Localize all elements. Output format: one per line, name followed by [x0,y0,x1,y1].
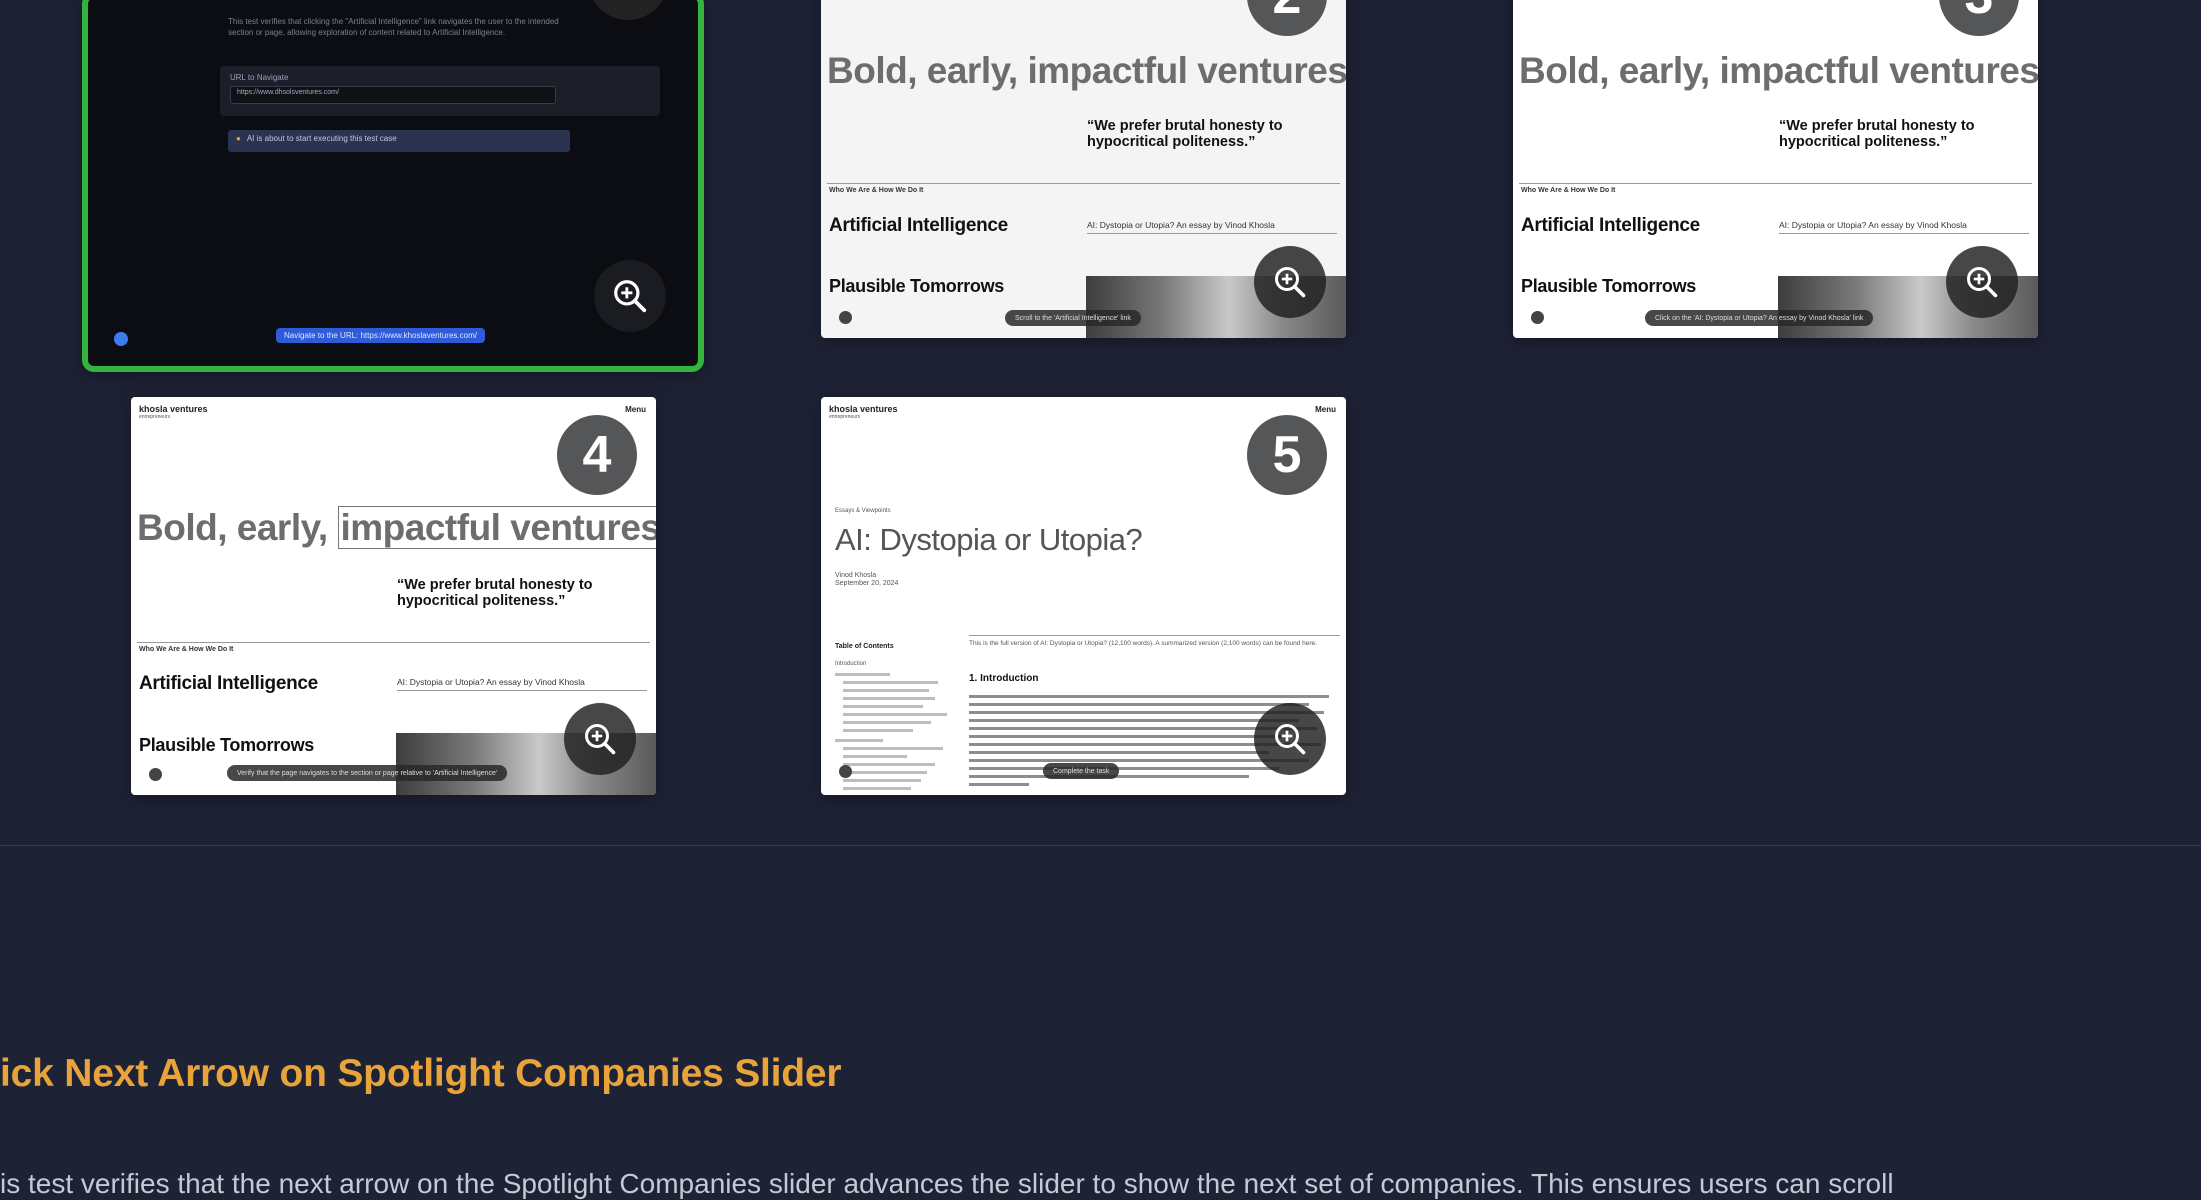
test-description: This test verifies that clicking the "Ar… [228,17,559,37]
section-heading: 1. Introduction [969,673,1039,684]
zoom-button[interactable] [1254,246,1326,318]
toc-item[interactable] [843,787,911,790]
zoom-in-icon [1967,267,1998,298]
toc-item[interactable] [843,729,913,732]
author-name: Vinod Khosla [835,572,877,579]
toc-item[interactable] [835,739,883,742]
section-label: Who We Are & How We Do It [829,187,924,194]
toc-item[interactable] [843,713,947,716]
toc-item[interactable] [843,697,935,700]
zoom-in-icon [585,724,616,755]
status-text: AI is about to start executing this test… [246,134,397,143]
info-icon [839,311,852,324]
paragraph-line [969,767,1279,770]
paragraph-line [969,735,1289,738]
step-badge: 5 [1247,415,1327,495]
plausible-tomorrows-link[interactable]: Plausible Tomorrows [1521,276,1696,297]
info-icon [839,765,852,778]
step-caption: Complete the task [1043,763,1120,779]
step-thumbnail-3[interactable]: 3 Bold, early, impactful ventures. “We p… [1513,0,2038,338]
section-label: Who We Are & How We Do It [139,646,234,653]
toc-item[interactable] [843,771,927,774]
step-badge: 4 [557,415,637,495]
toc-item[interactable] [843,681,938,684]
step-caption: Scroll to the 'Artificial Intelligence' … [1005,310,1141,326]
step-thumbnail-4[interactable]: khosla ventures entrepreneurs Menu 4 Bold… [131,397,656,795]
toc-item[interactable] [843,705,923,708]
doc-kicker: Essays & Viewpoints [835,508,891,514]
divider-line [827,183,1340,184]
hero-headline: Bold, early, impactful ventures. [1519,50,2038,91]
url-label: URL to Navigate [230,73,289,82]
divider-line [1519,183,2032,184]
toc-item[interactable] [843,689,929,692]
doc-title: AI: Dystopia or Utopia? [835,522,1143,557]
zoom-button[interactable] [564,703,636,775]
paragraph-line [969,695,1329,698]
toc-item[interactable] [843,721,931,724]
info-icon [149,768,162,781]
ai-link[interactable]: Artificial Intelligence [1521,215,1700,237]
essay-link[interactable]: AI: Dystopia or Utopia? An essay by Vino… [1779,220,2029,234]
section-divider [0,845,2201,846]
zoom-in-icon [1275,267,1306,298]
step-caption: Click on the 'AI: Dystopia or Utopia? An… [1645,310,1874,326]
execution-status: ● AI is about to start executing this tes… [228,130,570,152]
hero-quote: “We prefer brutal honesty to hypocritical… [1779,118,1975,150]
plausible-tomorrows-link[interactable]: Plausible Tomorrows [139,735,314,756]
test-case-description: is test verifies that the next arrow on … [0,1168,1894,1199]
toc-item[interactable]: Introduction [835,660,866,668]
brand-logo: khosla ventures entrepreneurs [829,404,898,421]
zoom-button[interactable] [1946,246,2018,318]
toc-title: Table of Contents [835,643,894,650]
paragraph-line [969,719,1299,722]
toc-item[interactable] [843,763,935,766]
step-badge: 2 [1247,0,1327,36]
ai-link[interactable]: Artificial Intelligence [139,673,318,695]
paragraph-line [969,783,1029,786]
plausible-tomorrows-link[interactable]: Plausible Tomorrows [829,276,1004,297]
section-label: Who We Are & How We Do It [1521,187,1616,194]
brand-logo: khosla ventures entrepreneurs [139,404,208,421]
status-icon: ● [236,134,241,143]
essay-link[interactable]: AI: Dystopia or Utopia? An essay by Vino… [397,677,647,691]
url-panel: URL to Navigate https://www.dhsolsventur… [220,66,660,116]
info-icon [1531,311,1544,324]
url-input[interactable]: https://www.dhsolsventures.com/ [230,86,556,104]
hero-quote: “We prefer brutal honesty to hypocritical… [1087,118,1283,150]
step-caption: Navigate to the URL: https://www.khoslav… [276,328,485,343]
hero-quote: “We prefer brutal honesty to hypocritical… [397,577,593,609]
ai-link[interactable]: Artificial Intelligence [829,215,1008,237]
zoom-in-icon [1275,724,1306,755]
hero-headline: Bold, early, impactful ventures. [827,50,1346,91]
toc-item[interactable] [843,755,907,758]
menu-button[interactable]: Menu [1315,405,1336,414]
toc-item[interactable] [843,747,943,750]
step-badge [588,0,668,20]
intro-note: This is the full version of AI: Dystopia… [969,640,1317,647]
divider-line [969,635,1340,636]
hero-headline: Bold, early, impactful ventures. [137,506,656,549]
toc-item[interactable] [843,779,921,782]
zoom-button[interactable] [594,260,666,332]
zoom-button[interactable] [1254,703,1326,775]
cursor-indicator [114,332,128,346]
paragraph-line [969,703,1309,706]
test-case-title: ick Next Arrow on Spotlight Companies Sl… [0,1052,842,1095]
divider-line [137,642,650,643]
step-thumbnail-2[interactable]: 2 Bold, early, impactful ventures. “We p… [821,0,1346,338]
toc-item[interactable] [835,673,890,676]
step-thumbnail-5[interactable]: khosla ventures entrepreneurs Menu 5 Essa… [821,397,1346,795]
paragraph-line [969,759,1309,762]
step-badge: 3 [1939,0,2019,36]
step-caption: Verify that the page navigates to the se… [227,765,508,781]
highlighted-text: impactful ventures. [337,506,656,549]
step-thumbnail-1[interactable]: This test verifies that clicking the "Ar… [82,0,704,372]
paragraph-line [969,751,1269,754]
zoom-in-icon [614,280,647,313]
publish-date: September 20, 2024 [835,580,899,587]
essay-link[interactable]: AI: Dystopia or Utopia? An essay by Vino… [1087,220,1337,234]
menu-button[interactable]: Menu [625,405,646,414]
